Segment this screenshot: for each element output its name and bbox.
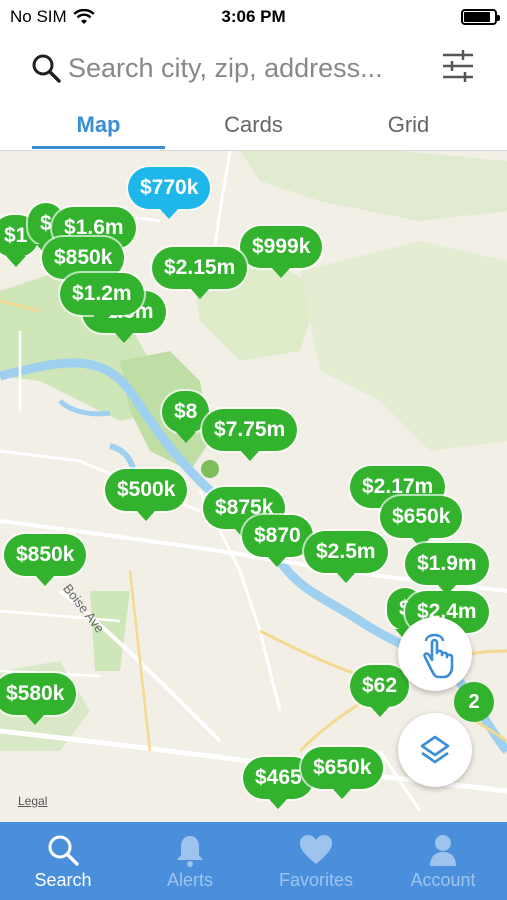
price-pin[interactable]: $650k xyxy=(301,747,384,799)
heart-icon xyxy=(300,835,332,864)
map-view[interactable]: Boise Ave $770k $1 $ $1.6m $850k $999k $… xyxy=(0,151,507,822)
search-bar xyxy=(0,44,507,94)
price-pin[interactable]: $7.75m xyxy=(202,409,298,461)
price-pin[interactable]: $870 xyxy=(242,515,313,567)
search-icon xyxy=(32,54,61,83)
search-icon xyxy=(48,835,79,866)
bottom-tab-bar: Search Alerts Favorites Account xyxy=(0,822,507,900)
legal-link[interactable]: Legal xyxy=(18,794,47,808)
hand-pointer-icon xyxy=(423,633,454,679)
price-pin[interactable]: $2.5m xyxy=(304,531,388,583)
nav-alerts[interactable]: Alerts xyxy=(127,822,253,900)
price-pin[interactable]: $850k xyxy=(4,534,87,586)
price-pin-selected[interactable]: $770k xyxy=(128,167,211,219)
tab-cards[interactable]: Cards xyxy=(186,112,321,138)
nav-account[interactable]: Account xyxy=(380,822,506,900)
price-pin[interactable]: $500k xyxy=(105,469,188,521)
price-pin[interactable]: $1.9m xyxy=(405,543,489,595)
price-pin[interactable]: $650k xyxy=(380,496,463,548)
person-icon xyxy=(430,835,456,866)
nav-favorites[interactable]: Favorites xyxy=(253,822,379,900)
search-input[interactable] xyxy=(68,50,423,86)
filter-sliders-icon[interactable] xyxy=(441,48,475,84)
bell-icon xyxy=(177,836,203,867)
price-pin[interactable]: $2.15m xyxy=(152,247,248,299)
nav-alerts-label: Alerts xyxy=(166,870,213,890)
active-tab-indicator xyxy=(32,146,165,149)
price-pin[interactable]: $1.2m xyxy=(60,273,144,325)
price-pin[interactable]: $580k xyxy=(0,673,77,725)
view-tabs: Map Cards Grid xyxy=(0,100,507,151)
nav-account-label: Account xyxy=(410,870,476,890)
draw-search-button[interactable] xyxy=(398,617,472,691)
nav-search-label: Search xyxy=(34,870,92,890)
clock: 3:06 PM xyxy=(221,7,286,26)
tab-map[interactable]: Map xyxy=(31,112,166,138)
tab-grid[interactable]: Grid xyxy=(341,112,476,138)
price-pin[interactable]: $999k xyxy=(240,226,323,278)
map-layers-button[interactable] xyxy=(398,713,472,787)
battery-icon xyxy=(461,9,500,25)
layers-icon xyxy=(420,735,450,764)
nav-search[interactable]: Search xyxy=(0,822,126,900)
status-bar: No SIM 3:06 PM xyxy=(0,0,507,34)
nav-favorites-label: Favorites xyxy=(278,870,354,890)
